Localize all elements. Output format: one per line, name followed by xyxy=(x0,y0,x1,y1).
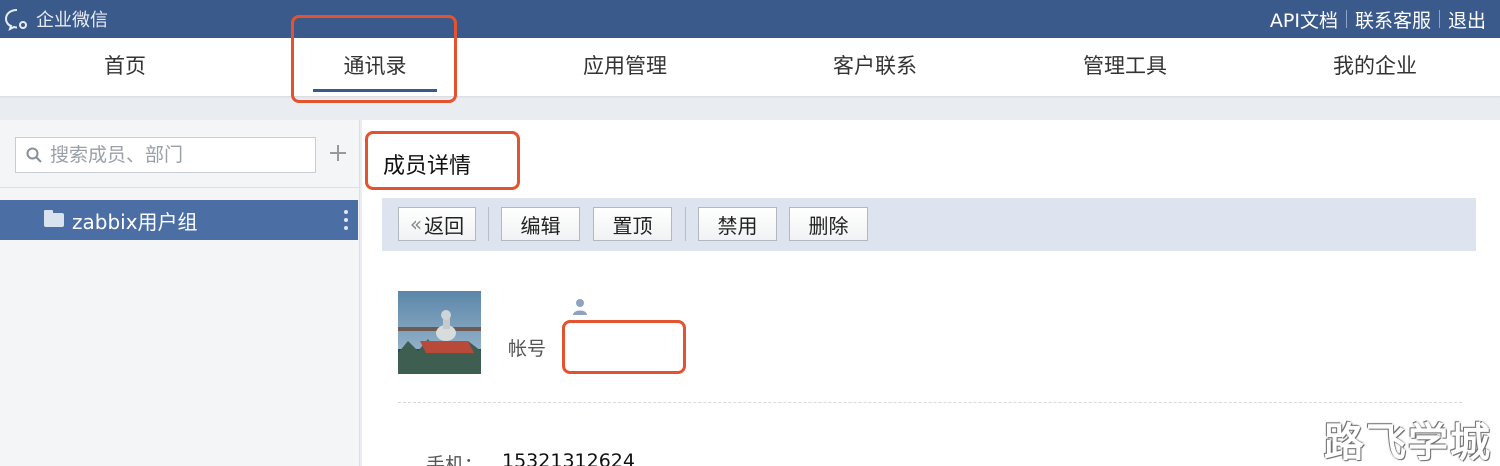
department-label: zabbix用户组 xyxy=(72,209,198,234)
folder-icon xyxy=(44,210,64,227)
divider xyxy=(685,207,686,241)
nav-customer-contact[interactable]: 客户联系 xyxy=(750,38,1000,96)
nav-label: 应用管理 xyxy=(583,54,667,78)
divider xyxy=(488,207,489,241)
nav-label: 我的企业 xyxy=(1333,54,1417,78)
search-icon xyxy=(26,147,42,163)
brand[interactable]: 企业微信 xyxy=(4,6,108,32)
wecom-logo-icon xyxy=(4,9,27,31)
plus-icon xyxy=(330,145,346,161)
nav-label: 管理工具 xyxy=(1083,54,1167,78)
avatar xyxy=(398,291,481,374)
watermark: 路飞学城 xyxy=(1324,420,1492,466)
nav-label: 通讯录 xyxy=(343,54,407,78)
back-label: 返回 xyxy=(424,213,465,238)
logout-link[interactable]: 退出 xyxy=(1440,6,1494,33)
main-nav: 首页 通讯录 应用管理 客户联系 管理工具 我的企业 xyxy=(0,38,1500,96)
search-box[interactable] xyxy=(15,137,316,173)
pin-to-top-button[interactable]: 置顶 xyxy=(593,207,672,241)
nav-management-tools[interactable]: 管理工具 xyxy=(1000,38,1250,96)
user-icon xyxy=(573,299,587,315)
account-label: 帐号 xyxy=(508,338,547,360)
top-links: API文档 联系客服 退出 xyxy=(1262,0,1494,38)
support-link[interactable]: 联系客服 xyxy=(1347,6,1439,33)
nav-label: 首页 xyxy=(104,54,146,78)
nav-my-enterprise[interactable]: 我的企业 xyxy=(1250,38,1500,96)
search-input[interactable] xyxy=(50,144,300,166)
api-docs-link[interactable]: API文档 xyxy=(1262,6,1346,33)
add-button[interactable] xyxy=(326,136,350,172)
active-tab-underline xyxy=(313,89,437,92)
nav-label: 客户联系 xyxy=(833,54,917,78)
phone-label: 手机： xyxy=(426,454,484,466)
department-item[interactable]: zabbix用户组 xyxy=(0,200,358,240)
delete-button[interactable]: 删除 xyxy=(789,207,868,241)
edit-button[interactable]: 编辑 xyxy=(501,207,580,241)
brand-name: 企业微信 xyxy=(36,10,108,31)
divider xyxy=(0,187,360,188)
disable-button[interactable]: 禁用 xyxy=(698,207,777,241)
double-chevron-left-icon: « xyxy=(409,212,423,236)
nav-contacts[interactable]: 通讯录 xyxy=(250,38,500,96)
sidebar: zabbix用户组 xyxy=(0,120,360,466)
nav-home[interactable]: 首页 xyxy=(0,38,250,96)
toolbar: «返回 编辑 置顶 禁用 删除 xyxy=(382,198,1476,251)
back-button[interactable]: «返回 xyxy=(398,207,476,241)
more-options-icon[interactable] xyxy=(344,210,348,230)
page-title: 成员详情 xyxy=(383,154,472,179)
nav-app-management[interactable]: 应用管理 xyxy=(500,38,750,96)
divider xyxy=(398,402,1462,403)
top-bar: 企业微信 API文档 联系客服 退出 xyxy=(0,0,1500,38)
phone-value: 15321312624 xyxy=(502,450,635,466)
